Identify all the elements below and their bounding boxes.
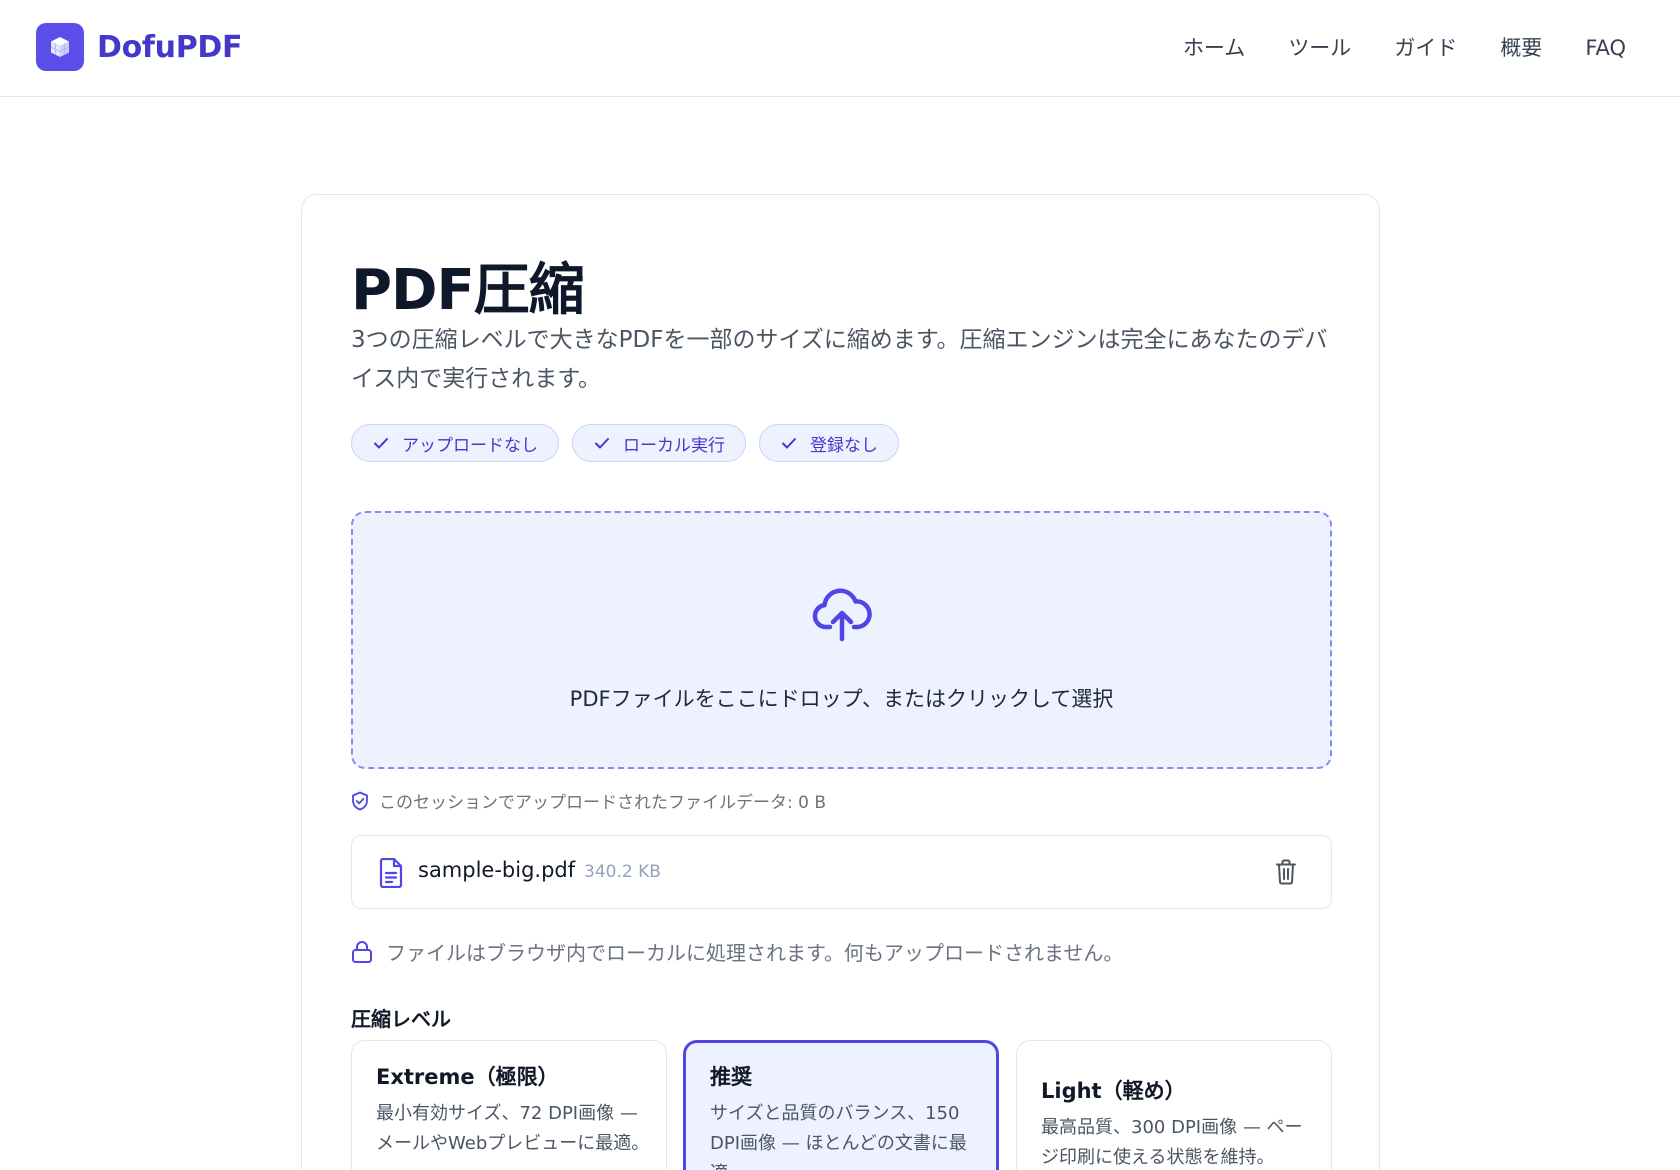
file-document-icon <box>379 858 403 888</box>
nav-guide[interactable]: ガイド <box>1394 30 1457 66</box>
brand-logo-link[interactable]: DofuPDF <box>36 23 243 71</box>
badge-label: 登録なし <box>810 435 878 456</box>
privacy-note-text: ファイルはブラウザ内でローカルに処理されます。何もアップロードされません。 <box>386 941 1124 965</box>
file-name: sample-big.pdf <box>418 858 576 882</box>
compression-level-options: Extreme（極限） 最小有効サイズ、72 DPI画像 — メールやWebプレ… <box>351 1040 1332 1170</box>
main-nav: ホーム ツール ガイド 概要 FAQ <box>1140 30 1626 66</box>
option-title: Light（軽め） <box>1041 1079 1186 1103</box>
badge-label: ローカル実行 <box>623 435 725 456</box>
option-recommended[interactable]: 推奨 サイズと品質のバランス、150 DPI画像 — ほとんどの文書に最適。 <box>683 1040 999 1170</box>
compression-level-label: 圧縮レベル <box>351 1007 451 1031</box>
session-text: このセッションでアップロードされたファイルデータ: 0 B <box>379 793 827 813</box>
session-upload-counter: このセッションでアップロードされたファイルデータ: 0 B <box>351 788 826 813</box>
shield-check-icon <box>352 791 368 810</box>
page-description: 3つの圧縮レベルで大きなPDFを一部のサイズに縮めます。圧縮エンジンは完全にあな… <box>351 327 1328 392</box>
option-description: 最高品質、300 DPI画像 — ページ印刷に使える状態を維持。 <box>1041 1117 1303 1168</box>
option-description: 最小有効サイズ、72 DPI画像 — メールやWebプレビューに最適。 <box>376 1103 650 1154</box>
page-title: PDF圧縮 <box>351 258 585 323</box>
option-title: 推奨 <box>710 1065 752 1089</box>
badge-local-run: ローカル実行 <box>572 424 746 462</box>
feature-badges: アップロードなし ローカル実行 登録なし <box>351 424 912 462</box>
option-light[interactable]: Light（軽め） 最高品質、300 DPI画像 — ページ印刷に使える状態を維… <box>1016 1040 1332 1170</box>
cube-logo-icon <box>36 23 84 71</box>
check-icon <box>782 438 796 449</box>
nav-home[interactable]: ホーム <box>1183 30 1245 66</box>
nav-faq[interactable]: FAQ <box>1585 30 1626 66</box>
option-extreme[interactable]: Extreme（極限） 最小有効サイズ、72 DPI画像 — メールやWebプレ… <box>351 1040 667 1170</box>
brand-name: DofuPDF <box>97 29 243 65</box>
check-icon <box>374 438 388 449</box>
nav-tools[interactable]: ツール <box>1288 30 1351 66</box>
check-icon <box>595 438 609 449</box>
cloud-upload-icon <box>812 588 872 642</box>
file-size: 340.2 KB <box>584 862 661 882</box>
trash-icon[interactable] <box>1275 859 1297 885</box>
selected-file-row: sample-big.pdf 340.2 KB <box>351 835 1332 909</box>
top-header: DofuPDF ホーム ツール ガイド 概要 FAQ <box>0 0 1680 97</box>
dropzone-text: PDFファイルをここにドロップ、またはクリックして選択 <box>569 687 1114 711</box>
nav-about[interactable]: 概要 <box>1500 30 1542 66</box>
badge-no-upload: アップロードなし <box>351 424 559 462</box>
badge-label: アップロードなし <box>402 435 538 456</box>
option-title: Extreme（極限） <box>376 1065 559 1089</box>
privacy-note: ファイルはブラウザ内でローカルに処理されます。何もアップロードされません。 <box>351 937 1123 966</box>
file-dropzone[interactable]: PDFファイルをここにドロップ、またはクリックして選択 <box>351 511 1332 769</box>
option-description: サイズと品質のバランス、150 DPI画像 — ほとんどの文書に最適。 <box>710 1103 967 1170</box>
tool-card: PDF圧縮 3つの圧縮レベルで大きなPDFを一部のサイズに縮めます。圧縮エンジン… <box>301 194 1380 1170</box>
badge-no-signup: 登録なし <box>759 424 899 462</box>
lock-icon <box>352 940 372 963</box>
